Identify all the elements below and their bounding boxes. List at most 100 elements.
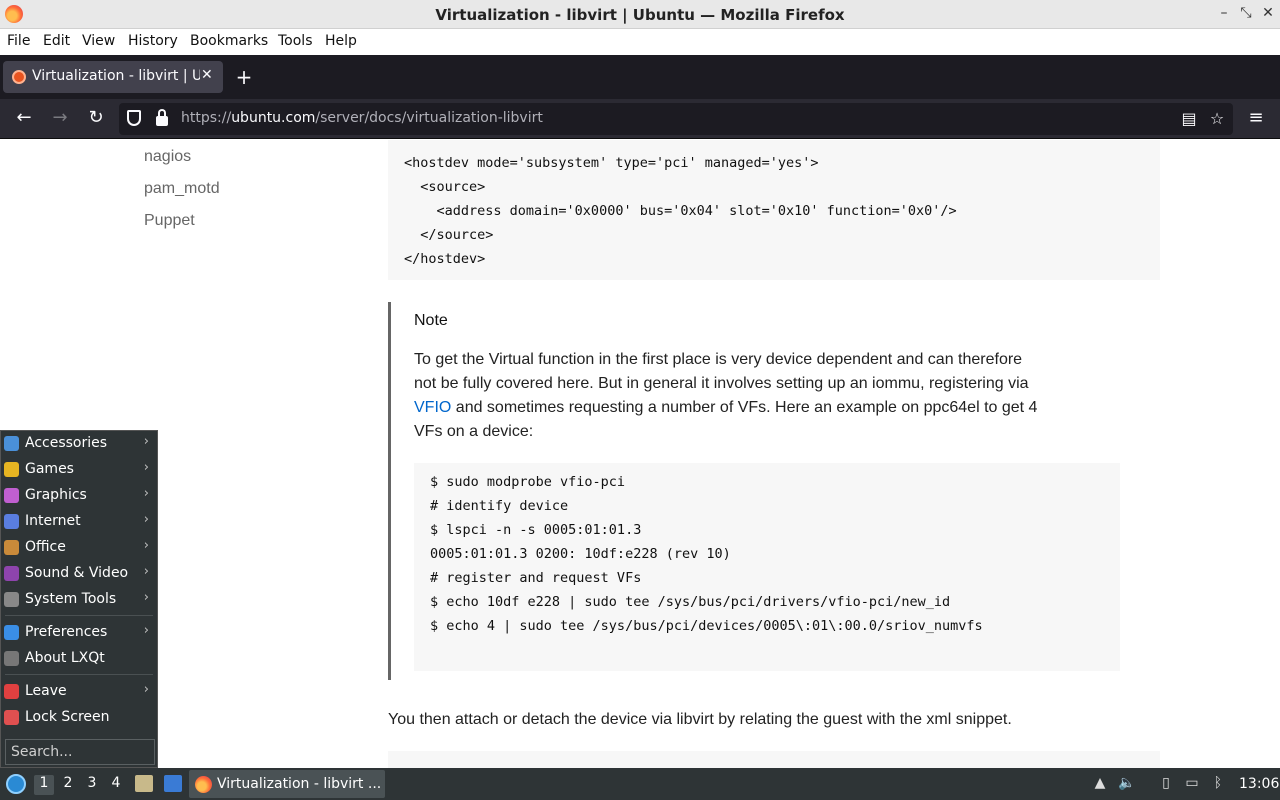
page-content: nagios pam_motd Puppet <hostdev mode='su…	[0, 140, 1280, 768]
tab-virtualization-libvirt[interactable]: Virtualization - libvirt | Ubuntu ✕	[3, 61, 223, 93]
sidebar-link-nagios[interactable]: nagios	[144, 148, 191, 166]
hamburger-menu-icon[interactable]: ≡	[1244, 107, 1268, 128]
code-line: $ sudo modprobe vfio-pci	[430, 474, 626, 490]
graphics-icon	[4, 488, 19, 503]
code-block-vfio: $ sudo modprobe vfio-pci # identify devi…	[414, 463, 1120, 671]
start-menu-button-icon[interactable]	[6, 774, 26, 794]
menu-help[interactable]: Help	[325, 33, 357, 49]
new-tab-icon[interactable]: +	[234, 65, 254, 89]
submenu-arrow-icon: ›	[143, 512, 149, 527]
show-desktop-icon[interactable]	[164, 775, 182, 792]
menu-item-system-tools[interactable]: System Tools ›	[1, 587, 157, 613]
taskbar: 1 2 3 4 Virtualization - libvirt ... ▲ 🔈…	[0, 768, 1280, 800]
start-menu-search[interactable]	[5, 739, 155, 765]
navigation-bar: ← → ↻ https://ubuntu.com/server/docs/vir…	[0, 99, 1280, 139]
vfio-link[interactable]: VFIO	[414, 399, 451, 416]
file-manager-icon[interactable]	[135, 775, 153, 792]
lock-screen-icon	[4, 710, 19, 725]
preferences-icon	[4, 625, 19, 640]
code-line: <hostdev mode='subsystem' type='pci' man…	[404, 155, 819, 171]
menu-item-accessories[interactable]: Accessories ›	[1, 431, 157, 457]
firefox-icon	[195, 776, 212, 793]
sidebar-link-pam-motd[interactable]: pam_motd	[144, 180, 220, 198]
office-icon	[4, 540, 19, 555]
menu-separator	[5, 674, 153, 675]
window-titlebar: Virtualization - libvirt | Ubuntu — Mozi…	[0, 0, 1280, 29]
menu-file[interactable]: File	[7, 33, 30, 49]
desktop-3-button[interactable]: 3	[82, 775, 102, 795]
start-menu: Accessories › Games › Graphics › Interne…	[0, 430, 158, 768]
menu-history[interactable]: History	[128, 33, 178, 49]
code-line: $ echo 4 | sudo tee /sys/bus/pci/devices…	[430, 618, 983, 634]
menu-item-about-lxqt[interactable]: About LXQt	[1, 646, 157, 672]
code-line: $ echo 10df e228 | sudo tee /sys/bus/pci…	[430, 594, 951, 610]
code-line: 0005:01:01.3 0200: 10df:e228 (rev 10)	[430, 546, 731, 562]
tray-arrow-icon[interactable]: ▲	[1091, 775, 1109, 793]
ubuntu-favicon-icon	[12, 70, 26, 84]
submenu-arrow-icon: ›	[143, 590, 149, 605]
bluetooth-icon[interactable]: ᛒ	[1209, 775, 1227, 793]
code-line: # identify device	[430, 498, 569, 514]
accessories-icon	[4, 436, 19, 451]
menu-item-games[interactable]: Games ›	[1, 457, 157, 483]
submenu-arrow-icon: ›	[143, 538, 149, 553]
start-menu-search-input[interactable]	[6, 740, 154, 764]
sound-video-icon	[4, 566, 19, 581]
volume-icon[interactable]: 🔈	[1118, 775, 1136, 793]
forward-icon[interactable]: →	[48, 107, 72, 128]
window-title: Virtualization - libvirt | Ubuntu — Mozi…	[435, 6, 845, 24]
desktop-1-button[interactable]: 1	[34, 775, 54, 795]
about-icon	[4, 651, 19, 666]
url-bar[interactable]: https://ubuntu.com/server/docs/virtualiz…	[119, 103, 1233, 135]
submenu-arrow-icon: ›	[143, 486, 149, 501]
code-line: <source>	[404, 179, 486, 195]
reader-view-icon[interactable]: ▤	[1179, 109, 1199, 128]
menu-item-sound-video[interactable]: Sound & Video ›	[1, 561, 157, 587]
restore-icon[interactable]: ⤡	[1237, 5, 1255, 21]
minimize-icon[interactable]: –	[1215, 5, 1233, 21]
tracking-protection-shield-icon[interactable]	[127, 110, 141, 126]
menu-item-graphics[interactable]: Graphics ›	[1, 483, 157, 509]
taskbar-firefox-window[interactable]: Virtualization - libvirt ...	[189, 770, 385, 798]
menu-item-lock-screen[interactable]: Lock Screen	[1, 705, 157, 731]
taskbar-window-label: Virtualization - libvirt ...	[217, 776, 382, 792]
menu-tools[interactable]: Tools	[278, 33, 313, 49]
menu-view[interactable]: View	[82, 33, 115, 49]
bookmark-star-icon[interactable]: ☆	[1207, 109, 1227, 128]
network-icon[interactable]: ▭	[1183, 775, 1201, 793]
close-window-icon[interactable]: ✕	[1259, 5, 1277, 21]
leave-icon	[4, 684, 19, 699]
menu-item-office[interactable]: Office ›	[1, 535, 157, 561]
code-block-hostdev: <hostdev mode='subsystem' type='pci' man…	[388, 140, 1160, 280]
submenu-arrow-icon: ›	[143, 434, 149, 449]
menu-item-internet[interactable]: Internet ›	[1, 509, 157, 535]
internet-icon	[4, 514, 19, 529]
desktop-2-button[interactable]: 2	[58, 775, 78, 795]
tab-strip: Virtualization - libvirt | Ubuntu ✕ +	[0, 55, 1280, 99]
code-line: $ lspci -n -s 0005:01:01.3	[430, 522, 642, 538]
menu-bar: File Edit View History Bookmarks Tools H…	[0, 29, 1280, 55]
menu-separator	[5, 615, 153, 616]
note-title: Note	[414, 312, 448, 329]
games-icon	[4, 462, 19, 477]
note-body: To get the Virtual function in the first…	[414, 351, 1038, 440]
paragraph-attach-detach: You then attach or detach the device via…	[388, 711, 1012, 728]
system-tools-icon	[4, 592, 19, 607]
reload-icon[interactable]: ↻	[84, 107, 108, 128]
clock: 13:06	[1239, 776, 1280, 792]
menu-item-leave[interactable]: Leave ›	[1, 679, 157, 705]
code-block-partial	[388, 751, 1160, 768]
submenu-arrow-icon: ›	[143, 623, 149, 638]
menu-item-preferences[interactable]: Preferences ›	[1, 620, 157, 646]
sidebar-link-puppet[interactable]: Puppet	[144, 212, 195, 230]
menu-bookmarks[interactable]: Bookmarks	[190, 33, 268, 49]
back-icon[interactable]: ←	[12, 107, 36, 128]
close-tab-icon[interactable]: ✕	[201, 67, 213, 83]
tab-title: Virtualization - libvirt | Ubuntu	[32, 68, 200, 84]
menu-edit[interactable]: Edit	[43, 33, 70, 49]
clipboard-icon[interactable]: ▯	[1157, 775, 1175, 793]
desktop-4-button[interactable]: 4	[106, 775, 126, 795]
url-text[interactable]: https://ubuntu.com/server/docs/virtualiz…	[181, 110, 543, 126]
lock-icon[interactable]	[156, 109, 168, 126]
submenu-arrow-icon: ›	[143, 460, 149, 475]
